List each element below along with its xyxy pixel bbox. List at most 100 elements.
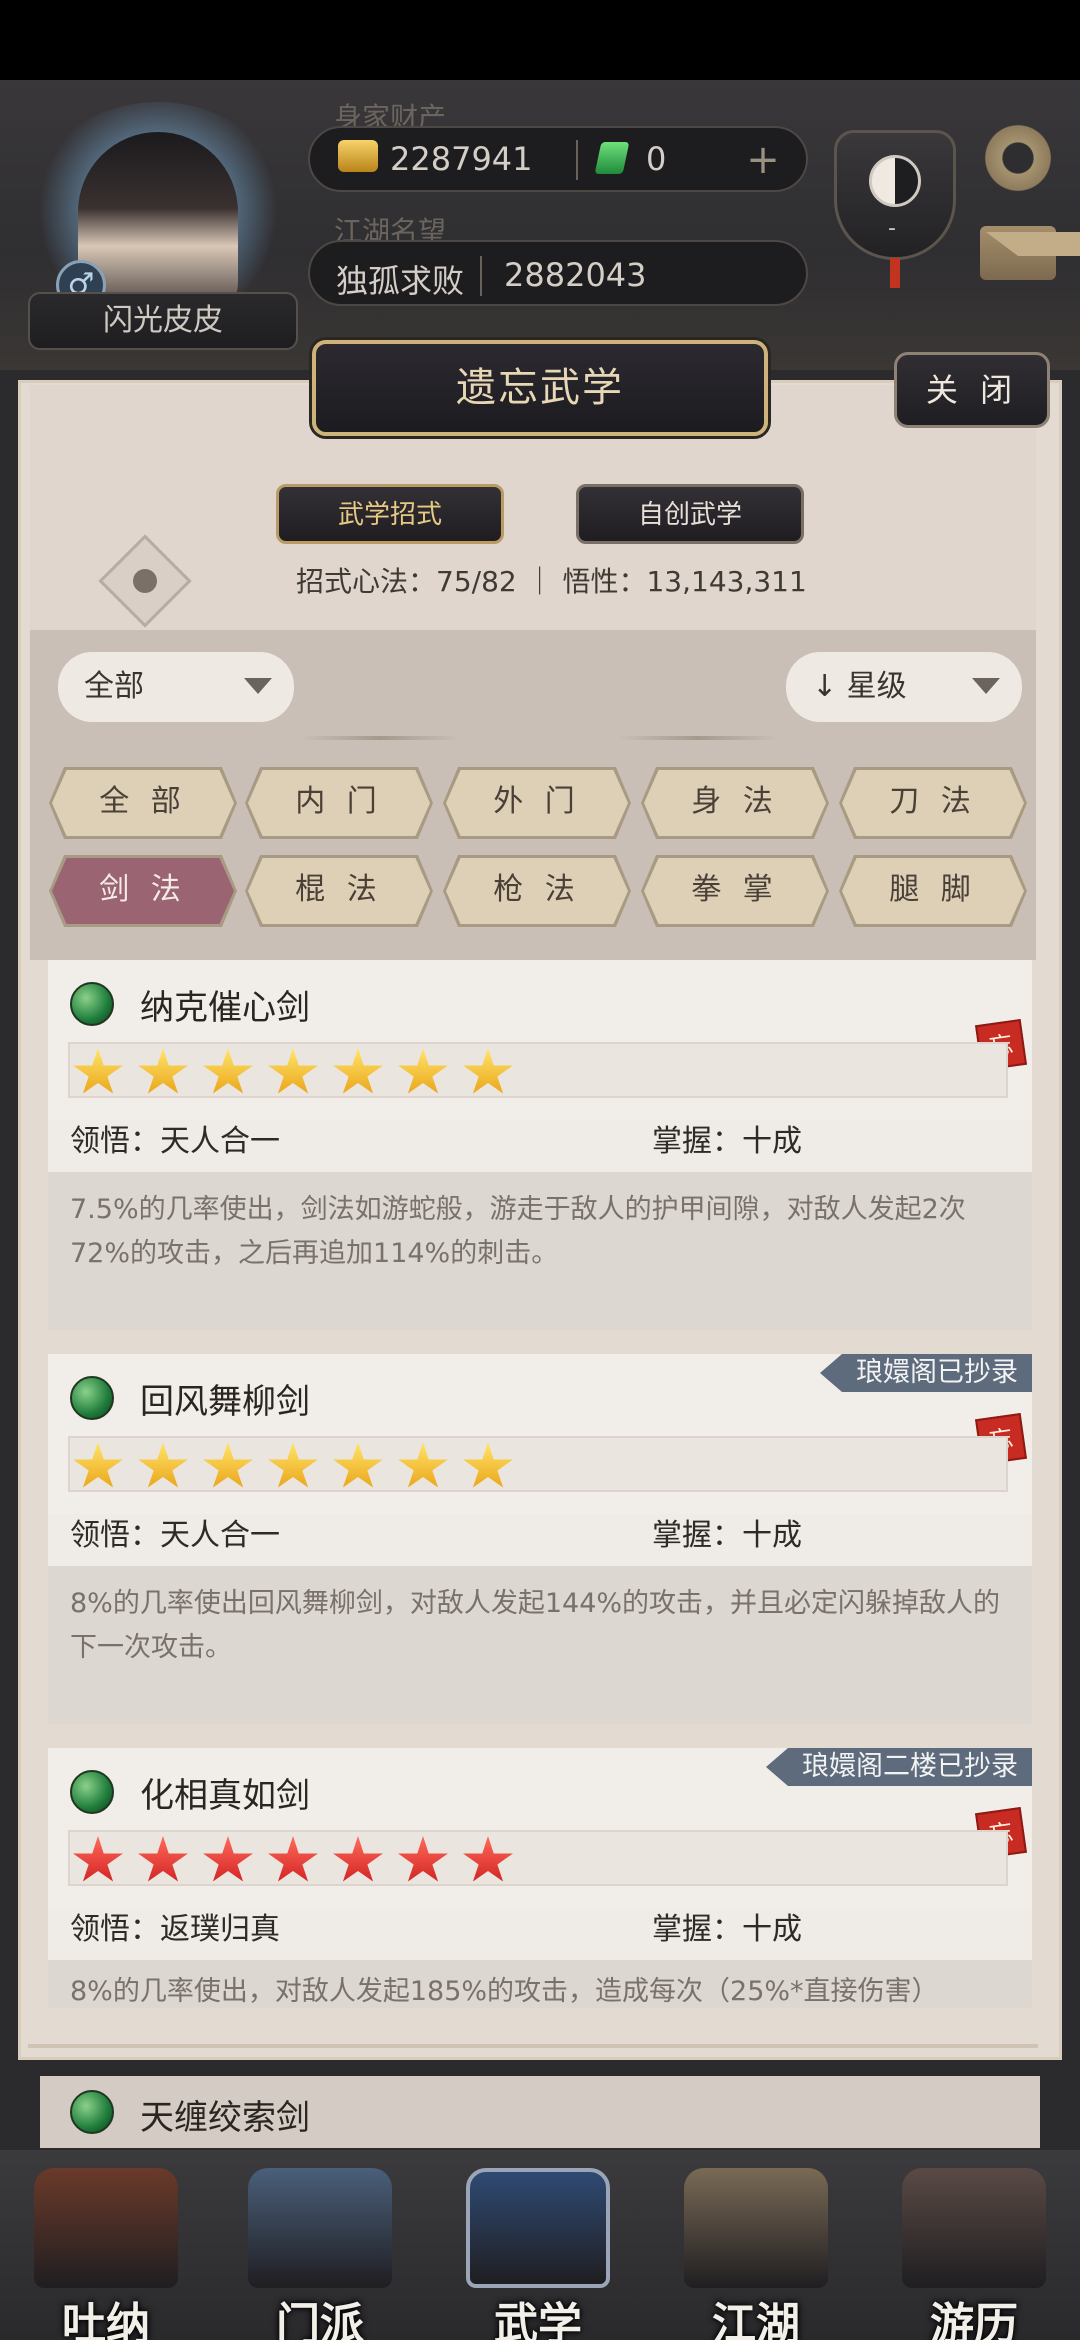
filter-chip[interactable]: 拳 掌 [644,858,826,924]
filter-chip[interactable]: 剑 法 [52,858,234,924]
star-icon [268,1048,318,1094]
chevron-down-icon [972,678,1000,694]
reputation-value: 2882043 [504,256,647,294]
star-icon [138,1442,188,1488]
star-rating [68,1436,1008,1492]
category-select[interactable]: 全部 [58,652,294,722]
gear-icon[interactable] [980,120,1056,196]
skill-description: 7.5%的几率使出，剑法如游蛇般，游走于敌人的护甲间隙，对敌人发起2次72%的攻… [70,1194,966,1269]
star-icon [73,1442,123,1488]
nav-label: 游历 [930,2299,1018,2340]
player-name: 闪光皮皮 [28,292,298,350]
star-icon [463,1048,513,1094]
avatar[interactable]: ♂ 闪光皮皮 [18,92,298,352]
nav-art-icon [684,2168,828,2288]
ornament-divider [618,736,778,740]
nav-art-icon [466,2168,610,2288]
skill-stats-line: 招式心法：75/82 ｜ 悟性：13,143,311 [296,565,807,598]
category-select-value: 全部 [84,669,144,704]
skill-name: 化相真如剑 [140,1776,310,1816]
comprehension-level: 领悟：天人合一 [70,1518,280,1553]
copied-banner: 琅嬛阁已抄录 [820,1354,1032,1392]
nav-item[interactable]: 吐纳 [22,2168,190,2340]
skill-card[interactable]: 琅嬛阁已抄录 回风舞柳剑 忘 领悟：天人合一 掌握：十成 8%的几率使出回风舞柳… [48,1354,1032,1724]
star-icon [203,1836,253,1882]
mastery-level: 掌握：十成 [652,1124,802,1159]
nav-label: 吐纳 [62,2299,150,2340]
star-icon [138,1048,188,1094]
star-icon [268,1836,318,1882]
divider [576,140,578,180]
star-icon [463,1442,513,1488]
divider [480,256,482,296]
star-icon [398,1442,448,1488]
star-icon [268,1442,318,1488]
filter-chip[interactable]: 刀 法 [842,770,1024,836]
panel-title: 遗忘武学 [312,340,768,436]
skill-description: 8%的几率使出，对敌人发起185%的攻击，造成每次（25%*直接伤害） [70,1976,939,2007]
filter-chip[interactable]: 全 部 [52,770,234,836]
skill-name: 回风舞柳剑 [140,1382,310,1422]
comprehension-level: 领悟：返璞归真 [70,1912,280,1947]
nav-label: 江湖 [712,2299,800,2340]
sort-select[interactable]: ↓ 星级 [786,652,1022,722]
star-icon [203,1442,253,1488]
sort-select-value: ↓ 星级 [812,669,907,704]
mail-icon[interactable] [980,226,1080,280]
sword-skill-icon [70,1770,114,1814]
tassel-icon [890,258,900,288]
nav-art-icon [248,2168,392,2288]
ornament-divider [300,736,460,740]
close-button[interactable]: 关 闭 [894,352,1050,428]
skill-name: 纳克催心剑 [140,988,310,1028]
mastery-level: 掌握：十成 [652,1518,802,1553]
chevron-down-icon [244,678,272,694]
filter-chip[interactable]: 外 门 [446,770,628,836]
sword-skill-icon [70,1376,114,1420]
nav-label: 门派 [276,2299,364,2340]
nav-item[interactable]: 武学 [454,2168,622,2340]
sword-skill-icon [70,982,114,1026]
tab-martial-moves[interactable]: 武学招式 [276,484,504,544]
star-icon [333,1442,383,1488]
skill-card[interactable]: 纳克催心剑 忘 领悟：天人合一 掌握：十成 7.5%的几率使出，剑法如游蛇般，游… [48,960,1032,1330]
star-icon [398,1836,448,1882]
nav-art-icon [34,2168,178,2288]
nav-art-icon [902,2168,1046,2288]
filter-chip[interactable]: 身 法 [644,770,826,836]
filter-chip[interactable]: 枪 法 [446,858,628,924]
nav-item[interactable]: 游历 [890,2168,1058,2340]
tab-self-created[interactable]: 自创武学 [576,484,804,544]
star-icon [138,1836,188,1882]
star-icon [203,1048,253,1094]
filter-chip[interactable]: 棍 法 [248,858,430,924]
filter-chip[interactable]: 腿 脚 [842,858,1024,924]
sword-skill-icon [70,2090,114,2134]
mastery-level: 掌握：十成 [652,1912,802,1947]
star-rating [68,1830,1008,1886]
panel-footer-ornament [28,2044,1038,2048]
skill-card[interactable]: 琅嬛阁二楼已抄录 化相真如剑 忘 领悟：返璞归真 掌握：十成 8%的几率使出，对… [48,1748,1032,2008]
star-icon [73,1048,123,1094]
skill-name: 天缠绞索剑 [140,2098,310,2138]
sect-emblem[interactable]: - [834,100,956,288]
list-item[interactable]: 天缠绞索剑 [40,2076,1040,2148]
gold-ingot-icon [338,140,378,172]
nav-item[interactable]: 江湖 [672,2168,840,2340]
comprehension-level: 领悟：天人合一 [70,1124,280,1159]
status-bar [0,0,1080,80]
star-rating [68,1042,1008,1098]
gold-amount: 2287941 [390,140,533,178]
nav-label: 武学 [494,2299,582,2340]
add-currency-button[interactable]: + [740,140,786,186]
nav-item[interactable]: 门派 [236,2168,404,2340]
yin-yang-icon [869,155,921,207]
emblem-dash: - [888,216,896,241]
wealth-bar [308,126,808,192]
copied-banner: 琅嬛阁二楼已抄录 [766,1748,1032,1786]
star-icon [333,1048,383,1094]
star-icon [463,1836,513,1882]
filter-chip[interactable]: 内 门 [248,770,430,836]
jade-amount: 0 [646,140,667,178]
star-icon [333,1836,383,1882]
